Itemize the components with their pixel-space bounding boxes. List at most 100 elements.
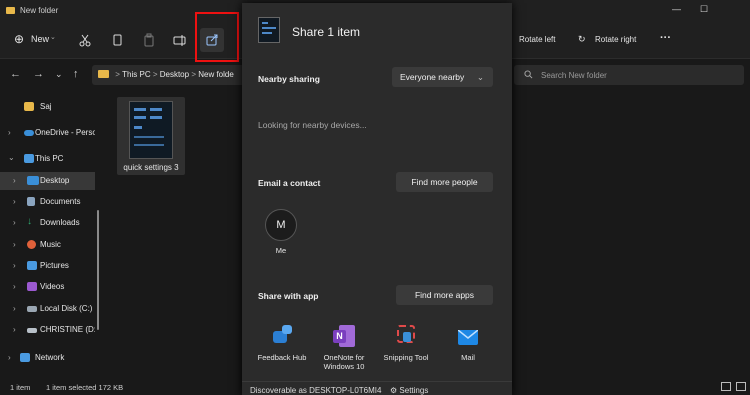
- file-name: quick settings 3: [123, 163, 179, 172]
- nearby-sharing-heading: Nearby sharing: [258, 74, 320, 84]
- chevron-right-icon[interactable]: ›: [8, 353, 11, 362]
- chevron-down-icon[interactable]: ⌄: [50, 33, 56, 41]
- details-view-icon[interactable]: [721, 382, 731, 391]
- up-arrow-icon[interactable]: ↑: [73, 68, 79, 80]
- sidebar-item-label: CHRISTINE (D:): [40, 325, 95, 334]
- item-count: 1 item: [10, 383, 31, 392]
- copy-button[interactable]: [105, 28, 129, 52]
- find-more-apps-button[interactable]: Find more apps: [396, 285, 493, 305]
- drive-icon: [27, 306, 37, 312]
- breadcrumb-separator: >: [152, 70, 158, 79]
- search-icon: [524, 70, 533, 79]
- breadcrumb-this-pc[interactable]: This PC: [122, 70, 150, 79]
- tiles-view-icon[interactable]: [736, 382, 746, 391]
- sidebar-item-christine-drive[interactable]: › CHRISTINE (D:): [0, 321, 95, 339]
- copy-icon: [113, 34, 122, 46]
- snipping-tool-icon: [393, 325, 419, 349]
- cut-button[interactable]: [73, 28, 97, 52]
- app-snipping-tool[interactable]: Snipping Tool: [375, 325, 437, 362]
- search-input[interactable]: Search New folder: [514, 65, 744, 85]
- app-label: Mail: [461, 353, 475, 362]
- chevron-right-icon[interactable]: ›: [8, 128, 11, 137]
- sidebar-item-label: Desktop: [40, 176, 70, 185]
- sidebar-item-label: Network: [35, 353, 65, 362]
- feedback-hub-icon: [269, 325, 295, 349]
- window-title: New folder: [20, 6, 59, 15]
- selection-info: 1 item selected 172 KB: [46, 383, 124, 392]
- chevron-down-icon[interactable]: ⌄: [8, 153, 15, 162]
- folder-app-icon: [6, 7, 15, 14]
- chevron-right-icon[interactable]: ›: [13, 218, 16, 227]
- sidebar-item-local-disk[interactable]: › Local Disk (C:): [0, 300, 95, 318]
- folder-icon: [24, 102, 34, 111]
- sidebar-item-saj[interactable]: Saj: [0, 98, 95, 116]
- computer-icon: [24, 154, 34, 163]
- sidebar-item-label: Videos: [40, 282, 65, 291]
- chevron-right-icon[interactable]: ›: [13, 197, 16, 206]
- share-with-app-heading: Share with app: [258, 291, 319, 301]
- sidebar-item-label: Downloads: [40, 218, 80, 227]
- mail-icon: [455, 325, 481, 349]
- chevron-right-icon[interactable]: ›: [13, 304, 16, 313]
- app-feedback-hub[interactable]: Feedback Hub: [251, 325, 313, 362]
- desktop-folder-icon: [27, 176, 39, 185]
- app-label: Feedback Hub: [257, 353, 307, 362]
- share-settings-link[interactable]: ⚙ Settings: [390, 386, 428, 395]
- app-onenote[interactable]: N OneNote for Windows 10: [313, 325, 375, 371]
- rotate-right-icon: ↻: [578, 34, 586, 44]
- sidebar-item-pictures[interactable]: › Pictures: [0, 257, 95, 275]
- sidebar-item-this-pc[interactable]: ⌄ This PC: [0, 150, 95, 168]
- network-icon: [20, 353, 30, 362]
- sidebar-item-label: Saj: [40, 102, 52, 111]
- sidebar-item-videos[interactable]: › Videos: [0, 278, 95, 296]
- chevron-right-icon[interactable]: ›: [13, 176, 16, 185]
- app-mail[interactable]: Mail: [437, 325, 499, 362]
- sidebar-item-documents[interactable]: › Documents: [0, 193, 95, 211]
- paste-button[interactable]: [137, 28, 161, 52]
- contact-avatar[interactable]: M: [265, 209, 297, 241]
- address-bar[interactable]: > This PC > Desktop > New folde: [92, 65, 244, 85]
- sidebar-item-desktop[interactable]: › Desktop: [0, 172, 95, 190]
- nearby-sharing-dropdown[interactable]: Everyone nearby ⌄: [392, 67, 493, 87]
- file-thumbnail: [129, 101, 173, 159]
- share-title: Share 1 item: [292, 25, 361, 39]
- sidebar-item-label: Local Disk (C:): [40, 304, 93, 313]
- rotate-right-button[interactable]: Rotate right: [595, 35, 636, 44]
- rename-button[interactable]: [168, 28, 192, 52]
- forward-arrow-icon[interactable]: →: [33, 68, 44, 80]
- file-item[interactable]: quick settings 3: [117, 97, 185, 175]
- sidebar-item-music[interactable]: › Music: [0, 236, 95, 254]
- gear-icon: ⚙: [390, 386, 398, 395]
- more-options-button[interactable]: ···: [660, 32, 671, 44]
- sidebar-item-label: Music: [40, 240, 61, 249]
- minimize-button[interactable]: —: [672, 4, 681, 14]
- sidebar-item-label: Pictures: [40, 261, 69, 270]
- maximize-button[interactable]: ☐: [700, 4, 708, 15]
- plus-icon: ⊕: [14, 32, 25, 46]
- recent-chevron-icon[interactable]: ⌄: [55, 69, 63, 80]
- app-label: OneNote for Windows 10: [323, 353, 365, 371]
- chevron-down-icon: ⌄: [476, 72, 484, 82]
- breadcrumb-new-folder[interactable]: New folde: [198, 70, 234, 79]
- sidebar-item-label: Documents: [40, 197, 81, 206]
- back-arrow-icon[interactable]: ←: [10, 68, 21, 80]
- rotate-left-button[interactable]: Rotate left: [519, 35, 555, 44]
- discoverable-text: Discoverable as DESKTOP-L0T6MI4: [250, 386, 382, 395]
- highlight-box: [195, 12, 239, 62]
- folder-icon: [98, 70, 109, 78]
- search-placeholder: Search New folder: [541, 71, 607, 80]
- videos-icon: [27, 282, 37, 291]
- sidebar-item-downloads[interactable]: › ↓ Downloads: [0, 214, 95, 232]
- chevron-right-icon[interactable]: ›: [13, 325, 16, 334]
- breadcrumb-separator: >: [115, 70, 120, 79]
- sidebar-item-onedrive[interactable]: › OneDrive - Perso: [0, 124, 95, 142]
- chevron-right-icon[interactable]: ›: [13, 240, 16, 249]
- nearby-sharing-value: Everyone nearby: [400, 72, 465, 82]
- chevron-right-icon[interactable]: ›: [13, 282, 16, 291]
- chevron-right-icon[interactable]: ›: [13, 261, 16, 270]
- sidebar-item-network[interactable]: › Network: [0, 349, 95, 367]
- navigation-scrollbar[interactable]: [97, 210, 99, 330]
- breadcrumb-desktop[interactable]: Desktop: [160, 70, 189, 79]
- find-more-people-button[interactable]: Find more people: [396, 172, 493, 192]
- new-button[interactable]: New: [31, 34, 49, 44]
